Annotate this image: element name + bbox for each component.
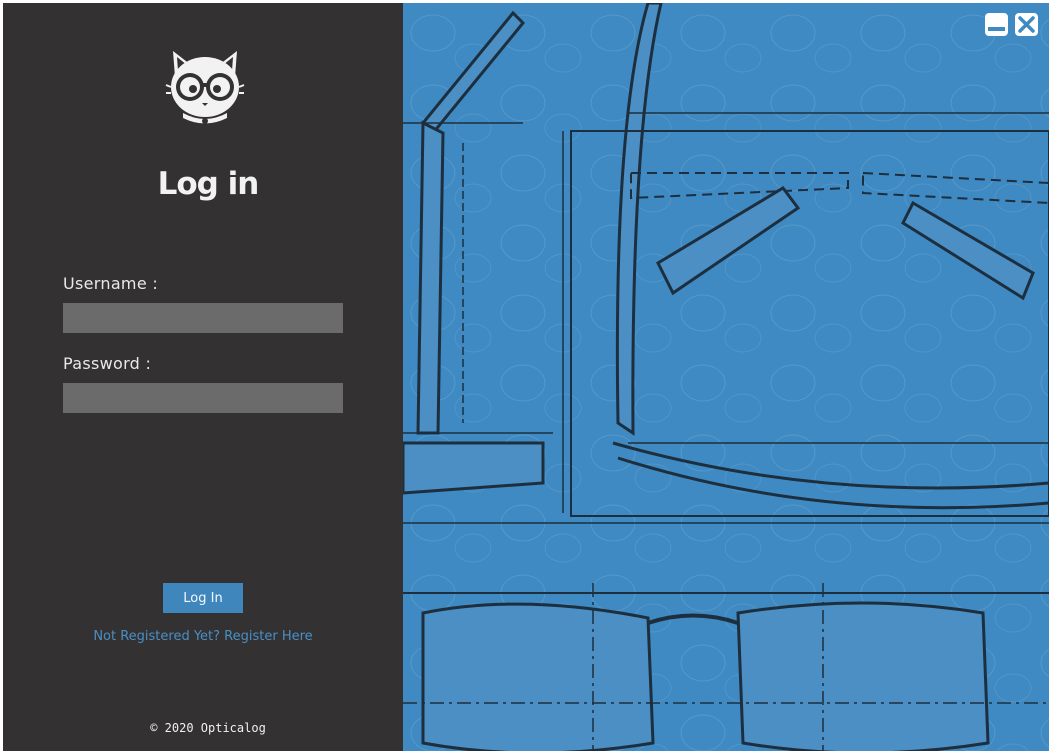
register-link[interactable]: Not Registered Yet? Register Here xyxy=(3,629,403,644)
close-icon xyxy=(1018,16,1035,33)
password-label: Password : xyxy=(63,354,152,373)
page-title: Log in xyxy=(157,166,260,202)
login-button[interactable]: Log In xyxy=(163,583,243,613)
eyeglasses-blueprint-illustration xyxy=(403,3,1049,751)
login-window: Log in Username : Password : Log In Not … xyxy=(3,3,1049,751)
copyright-footer: © 2020 Opticalog xyxy=(150,721,266,735)
close-button[interactable] xyxy=(1015,13,1038,36)
blueprint-image xyxy=(403,3,1049,751)
username-input[interactable] xyxy=(63,303,343,333)
username-label: Username : xyxy=(63,274,159,293)
window-controls xyxy=(985,13,1038,36)
login-panel: Log in Username : Password : Log In Not … xyxy=(3,3,403,751)
cat-logo-icon xyxy=(163,45,247,125)
minimize-icon xyxy=(988,27,1005,31)
minimize-button[interactable] xyxy=(985,13,1008,36)
password-input[interactable] xyxy=(63,383,343,413)
